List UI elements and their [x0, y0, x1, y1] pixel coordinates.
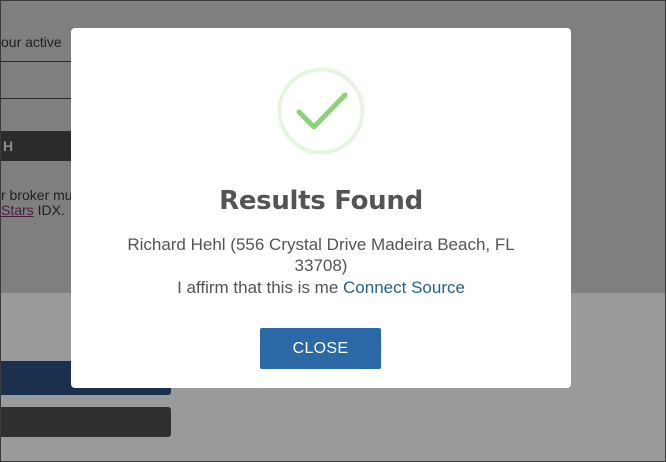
modal-title: Results Found — [219, 186, 423, 216]
background-idx-link: Stars — [1, 202, 34, 218]
background-text: our active — [1, 34, 62, 50]
checkmark-icon — [277, 67, 365, 155]
background-idx-text: Stars IDX. — [1, 202, 65, 218]
result-details: Richard Hehl (556 Crystal Drive Madeira … — [127, 235, 515, 275]
affirm-text: I affirm that this is me — [177, 278, 339, 297]
results-modal: Results Found Richard Hehl (556 Crystal … — [71, 28, 571, 388]
close-button[interactable]: CLOSE — [260, 328, 381, 369]
background-secondary-button — [1, 407, 171, 437]
affirm-line: I affirm that this is me Connect Source — [71, 277, 571, 298]
background-search-bar: H — [1, 131, 75, 161]
screen-frame: our active H r broker mu Stars IDX. Resu… — [0, 0, 666, 462]
background-broker-text: r broker mu — [1, 187, 73, 203]
background-idx-suffix: IDX. — [33, 202, 65, 218]
connect-source-link[interactable]: Connect Source — [343, 278, 465, 297]
background-input — [1, 61, 73, 99]
